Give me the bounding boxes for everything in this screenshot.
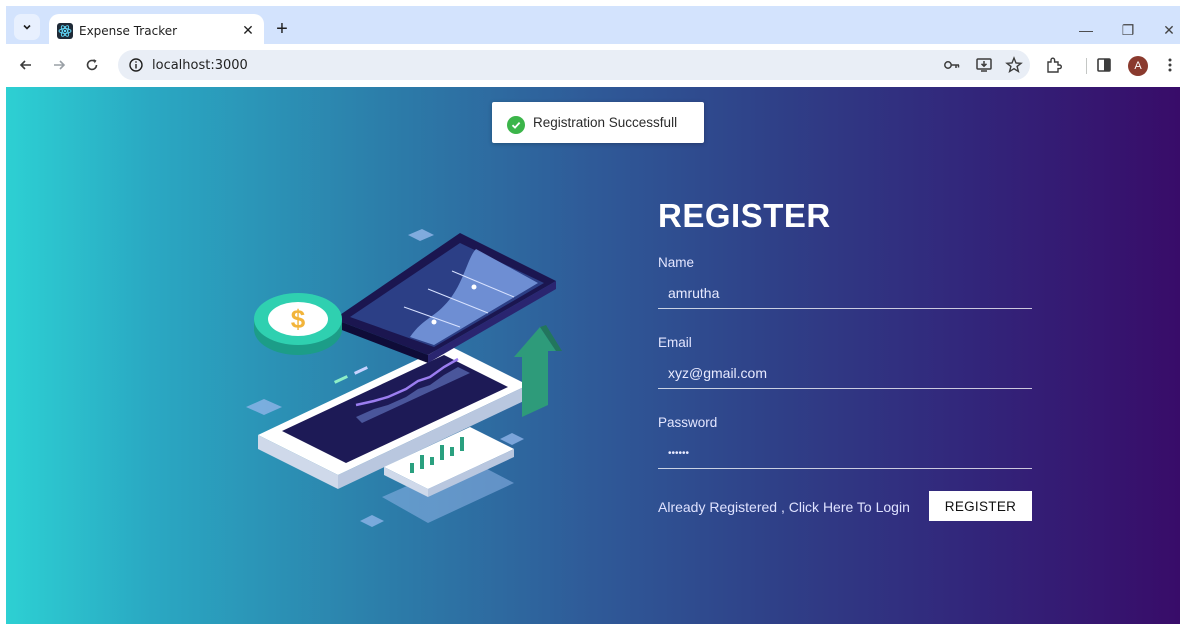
extensions-puzzle-icon[interactable] — [1044, 55, 1064, 75]
login-link[interactable]: Already Registered , Click Here To Login — [658, 499, 910, 515]
browser-menu-icon[interactable] — [1160, 55, 1180, 75]
register-button[interactable]: REGISTER — [929, 491, 1032, 521]
tab-close-button[interactable]: ✕ — [238, 20, 258, 40]
dollar-sign: $ — [291, 304, 306, 334]
chevron-down-icon — [23, 24, 31, 30]
email-label: Email — [658, 335, 692, 350]
name-field-container — [658, 279, 1032, 309]
password-field-container — [658, 439, 1032, 469]
address-bar[interactable]: localhost:3000 — [118, 50, 1030, 80]
browser-tab-bar: Expense Tracker ✕ + — ❐ ✕ — [6, 6, 1180, 50]
side-panel-icon[interactable] — [1094, 55, 1114, 75]
floating-tile — [500, 433, 524, 445]
password-label: Password — [658, 415, 718, 430]
floating-tile — [360, 515, 384, 527]
name-label: Name — [658, 255, 695, 270]
react-favicon-icon — [57, 23, 73, 39]
back-button[interactable] — [15, 54, 37, 76]
password-key-icon[interactable] — [942, 55, 962, 75]
success-toast: Registration Successfull — [492, 102, 704, 143]
window-close-button[interactable]: ✕ — [1159, 20, 1179, 40]
site-info-icon[interactable] — [126, 55, 146, 75]
bookmark-star-icon[interactable] — [1004, 55, 1024, 75]
form-title: REGISTER — [658, 197, 831, 234]
arrow-right-icon — [54, 60, 66, 70]
floating-tile — [246, 399, 282, 415]
reload-icon — [86, 59, 98, 71]
install-app-icon[interactable] — [974, 55, 994, 75]
toolbar-divider — [1086, 58, 1087, 74]
forward-button[interactable] — [48, 54, 70, 76]
window-minimize-button[interactable]: — — [1076, 20, 1096, 40]
name-input[interactable] — [668, 285, 1008, 301]
reload-button[interactable] — [81, 54, 103, 76]
check-circle-icon — [507, 116, 525, 134]
window-restore-button[interactable]: ❐ — [1118, 20, 1138, 40]
new-tab-button[interactable]: + — [270, 17, 294, 41]
browser-toolbar: localhost:3000 A — [6, 44, 1180, 87]
tab-title: Expense Tracker — [79, 24, 178, 38]
profile-avatar[interactable]: A — [1128, 56, 1148, 76]
arrow-left-icon — [19, 60, 31, 70]
register-page: Registration Successfull $ REGISTER Name… — [6, 87, 1180, 624]
email-input[interactable] — [668, 365, 1008, 381]
finance-illustration: $ — [246, 229, 562, 527]
tab-search-button[interactable] — [14, 14, 40, 40]
toast-message: Registration Successfull — [533, 115, 678, 130]
email-field-container — [658, 359, 1032, 389]
floating-tile — [408, 229, 434, 241]
url-text: localhost:3000 — [152, 58, 248, 73]
password-input[interactable] — [668, 448, 1008, 459]
